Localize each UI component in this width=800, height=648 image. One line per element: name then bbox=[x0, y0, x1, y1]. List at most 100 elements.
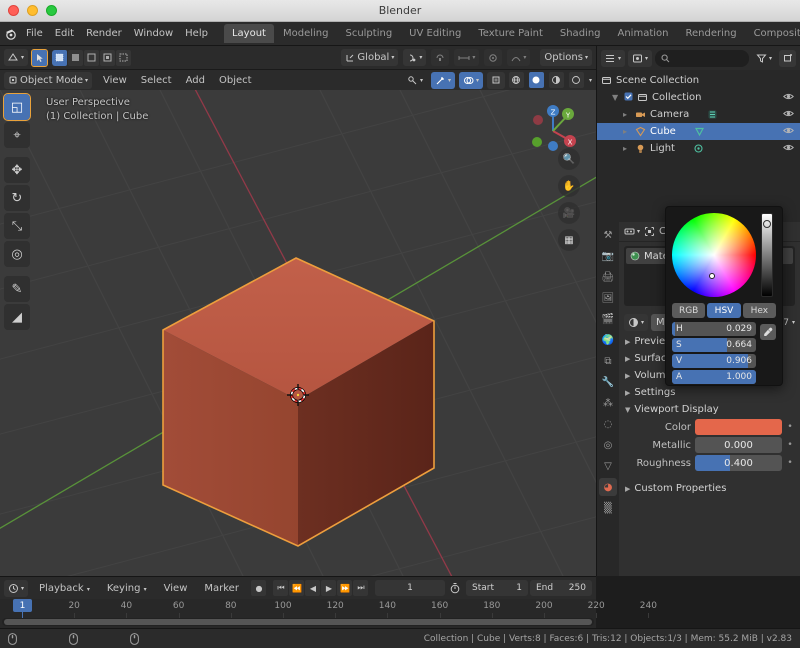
object-tab[interactable]: ⧉ bbox=[599, 352, 617, 370]
value-slider[interactable] bbox=[761, 213, 773, 297]
viewport-menu-object[interactable]: Object bbox=[213, 72, 258, 89]
material-users-count[interactable]: 7 bbox=[783, 318, 789, 328]
visibility-eye-icon[interactable] bbox=[783, 126, 794, 138]
menu-file[interactable]: File bbox=[20, 25, 49, 42]
menu-help[interactable]: Help bbox=[179, 25, 214, 42]
scrollbar-thumb[interactable] bbox=[4, 619, 592, 625]
data-tab[interactable]: ▽ bbox=[599, 457, 617, 475]
previous-keyframe-button[interactable]: ⏪ bbox=[289, 580, 305, 596]
tool-rotate[interactable]: ↻ bbox=[4, 185, 30, 211]
expand-arrow-icon[interactable]: ▸ bbox=[623, 127, 631, 136]
timeline-marker-menu[interactable]: Marker bbox=[198, 580, 245, 597]
timeline-playback-menu[interactable]: Playback ▾ bbox=[33, 580, 96, 597]
current-frame-field[interactable]: 1 bbox=[374, 580, 445, 596]
timeline-horizontal-scrollbar[interactable] bbox=[2, 618, 594, 626]
outliner-row-light[interactable]: ▸ Light bbox=[597, 140, 800, 157]
constraints-tab[interactable]: ◎ bbox=[599, 436, 617, 454]
menu-edit[interactable]: Edit bbox=[49, 25, 80, 42]
timeline-view-menu[interactable]: View bbox=[158, 580, 194, 597]
select-mode-toggle[interactable] bbox=[31, 48, 49, 67]
color-wheel[interactable] bbox=[672, 213, 756, 297]
color-mode-hex[interactable]: Hex bbox=[742, 303, 776, 318]
falloff-selector[interactable]: ▾ bbox=[507, 49, 531, 66]
color-wheel-cursor[interactable] bbox=[709, 273, 715, 279]
visibility-eye-icon[interactable] bbox=[783, 92, 794, 104]
viewport-menu-select[interactable]: Select bbox=[135, 72, 178, 89]
menu-render[interactable]: Render bbox=[80, 25, 128, 42]
roughness-animate-dot-icon[interactable]: • bbox=[786, 458, 794, 468]
expand-arrow-icon[interactable]: ▼ bbox=[612, 93, 620, 102]
outliner-display-mode-icon[interactable]: ▾ bbox=[628, 49, 653, 67]
tool-cursor[interactable]: ⌖ bbox=[4, 122, 30, 148]
workspace-tab-rendering[interactable]: Rendering bbox=[677, 24, 744, 43]
material-tab[interactable]: ◕ bbox=[599, 478, 617, 496]
eyedropper-icon[interactable] bbox=[760, 324, 776, 340]
3d-viewport[interactable]: User Perspective (1) Collection | Cube ◱… bbox=[0, 90, 596, 576]
visibility-eye-icon[interactable] bbox=[783, 109, 794, 121]
properties-editor-type-icon[interactable]: ▾ bbox=[624, 223, 640, 240]
outliner-row-collection[interactable]: ▼ Collection bbox=[597, 89, 800, 106]
outliner-row-scene-collection[interactable]: Scene Collection bbox=[597, 72, 800, 89]
proportional-size-selector[interactable]: ▾ bbox=[454, 49, 480, 66]
object-mode-selector[interactable]: Object Mode ▾ bbox=[4, 71, 93, 89]
viewport-menu-add[interactable]: Add bbox=[180, 72, 211, 89]
workspace-tab-modeling[interactable]: Modeling bbox=[275, 24, 337, 43]
outliner-editor-type-icon[interactable]: ▾ bbox=[601, 49, 626, 67]
render-tab[interactable]: 📷 bbox=[599, 247, 617, 265]
metallic-control[interactable]: 0.000 bbox=[695, 437, 782, 453]
select-new-icon[interactable] bbox=[52, 49, 68, 66]
tool-move[interactable]: ✥ bbox=[4, 157, 30, 183]
tool-select-box[interactable]: ◱ bbox=[3, 93, 31, 121]
select-subtract-icon[interactable] bbox=[84, 49, 100, 66]
tool-transform[interactable]: ◎ bbox=[4, 241, 30, 267]
zoom-icon[interactable]: 🔍 bbox=[558, 148, 580, 170]
material-browse-icon[interactable]: ▾ bbox=[624, 314, 649, 331]
select-extend-icon[interactable] bbox=[68, 49, 84, 66]
play-button[interactable]: ▶ bbox=[321, 580, 337, 596]
expand-arrow-icon[interactable]: ▸ bbox=[623, 144, 631, 153]
physics-tab[interactable]: ◌ bbox=[599, 415, 617, 433]
outliner-search-input[interactable] bbox=[655, 49, 749, 67]
color-channel-a[interactable]: A 1.000 bbox=[672, 370, 756, 384]
collection-checkbox[interactable] bbox=[624, 92, 633, 104]
color-mode-hsv[interactable]: HSV bbox=[707, 303, 741, 318]
snap-toggle[interactable] bbox=[431, 49, 450, 66]
gizmo-toggle[interactable]: ▾ bbox=[430, 71, 455, 89]
xray-toggle[interactable] bbox=[486, 71, 505, 89]
workspace-tab-compositing[interactable]: Compositing bbox=[746, 24, 800, 43]
workspace-tab-layout[interactable]: Layout bbox=[223, 24, 274, 43]
pan-icon[interactable]: ✋ bbox=[558, 175, 580, 197]
material-preview-shading-icon[interactable] bbox=[548, 72, 564, 88]
workspace-tab-uv-editing[interactable]: UV Editing bbox=[401, 24, 469, 43]
workspace-tab-animation[interactable]: Animation bbox=[610, 24, 677, 43]
expand-arrow-icon[interactable]: ▸ bbox=[623, 110, 631, 119]
tool-tab[interactable]: ⚒ bbox=[599, 226, 617, 244]
roughness-control[interactable]: 0.400 bbox=[695, 455, 782, 471]
timeline-playhead[interactable]: 1 bbox=[13, 599, 32, 612]
proportional-edit-toggle[interactable] bbox=[484, 49, 503, 66]
jump-to-end-button[interactable]: ⏭ bbox=[353, 580, 369, 596]
tool-measure[interactable]: ◢ bbox=[4, 304, 30, 330]
color-picker-popup[interactable]: RGB HSV Hex H 0.029 S 0.664 V 0.906 A 1.000 bbox=[665, 206, 783, 386]
wireframe-shading-icon[interactable] bbox=[508, 72, 524, 88]
color-channel-v[interactable]: V 0.906 bbox=[672, 354, 756, 368]
section-viewport-display[interactable]: ▼ Viewport Display bbox=[619, 401, 800, 418]
grid-icon[interactable]: ▦ bbox=[558, 229, 580, 251]
jump-to-start-button[interactable]: ⏮ bbox=[273, 580, 289, 596]
visibility-eye-icon[interactable] bbox=[783, 143, 794, 155]
tool-scale[interactable]: ⤡ bbox=[4, 213, 30, 239]
timeline-keying-menu[interactable]: Keying ▾ bbox=[101, 580, 153, 597]
select-invert-icon[interactable] bbox=[100, 49, 116, 66]
color-mode-rgb[interactable]: RGB bbox=[672, 303, 706, 318]
outliner-filter-icon[interactable]: ▾ bbox=[752, 50, 776, 67]
metallic-animate-dot-icon[interactable]: • bbox=[786, 440, 794, 450]
outliner-data-icon[interactable] bbox=[693, 143, 704, 154]
auto-keying-icon[interactable] bbox=[447, 580, 464, 597]
value-slider-cursor[interactable] bbox=[763, 220, 771, 228]
snap-selector[interactable]: ▾ bbox=[403, 49, 427, 66]
start-frame-field[interactable]: Start 1 bbox=[465, 580, 528, 596]
particles-tab[interactable]: ⁂ bbox=[599, 394, 617, 412]
solid-shading-icon[interactable] bbox=[528, 72, 544, 88]
overlays-toggle[interactable]: ▾ bbox=[458, 71, 483, 89]
viewport-menu-view[interactable]: View bbox=[97, 72, 133, 89]
